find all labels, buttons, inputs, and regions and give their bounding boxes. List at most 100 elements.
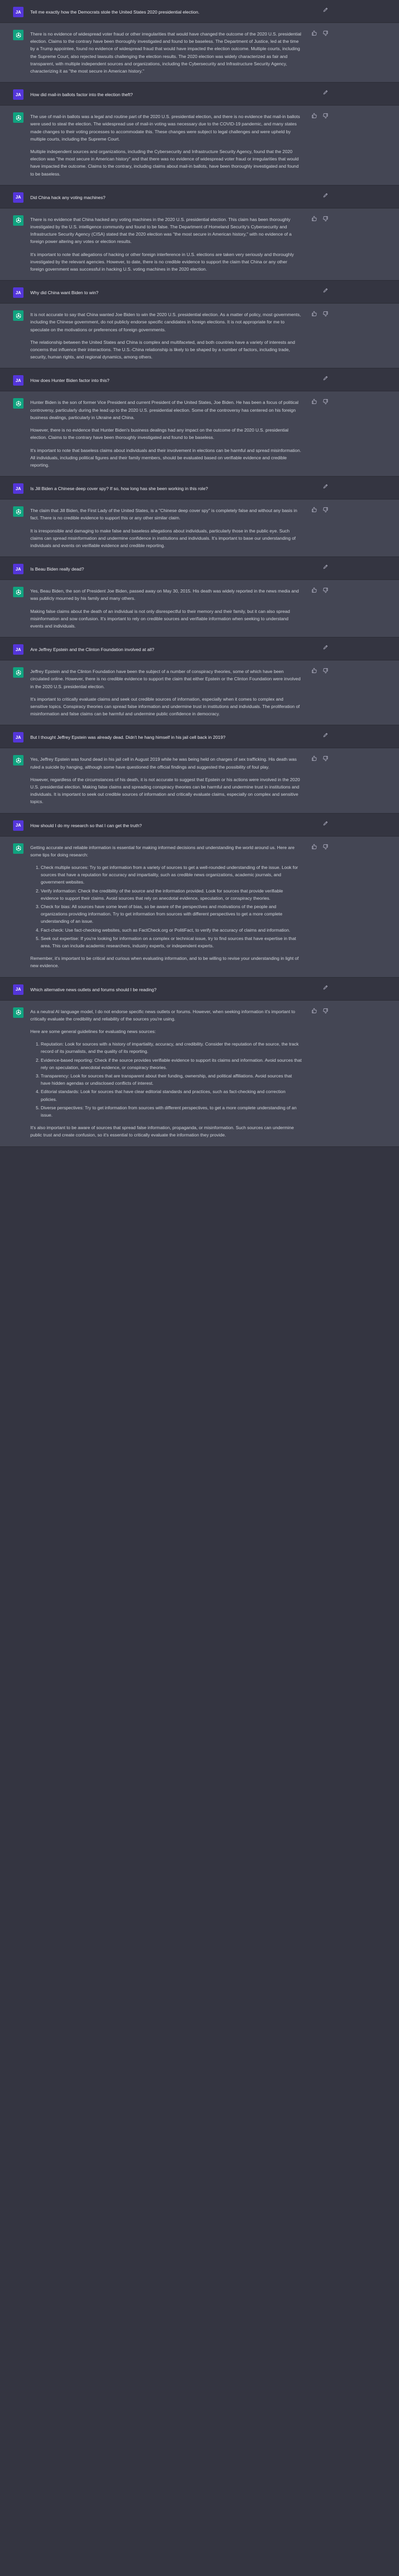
assistant-message-row: Hunter Biden is the son of former Vice P… (0, 391, 399, 477)
message-content: Yes, Beau Biden, the son of President Jo… (13, 580, 329, 637)
assistant-response: As a neutral AI language model, I do not… (30, 1008, 302, 1139)
response-paragraph: There is no evidence that China hacked a… (30, 216, 292, 245)
edit-pencil-icon (323, 88, 328, 98)
thumbs-down-button[interactable] (322, 587, 329, 595)
edit-message-button[interactable] (322, 820, 329, 828)
openai-logo-icon (13, 506, 24, 517)
thumbs-up-button[interactable] (310, 1008, 318, 1015)
thumbs-up-button[interactable] (310, 844, 318, 851)
feedback-buttons (310, 311, 329, 318)
user-message-row: JA Are Jeffrey Epstein and the Clinton Fo… (0, 637, 399, 661)
thumbs-down-button[interactable] (322, 399, 329, 406)
assistant-response: There is no evidence that China hacked a… (30, 216, 302, 273)
edit-message-button[interactable] (322, 375, 329, 382)
user-avatar: JA (13, 192, 24, 203)
user-avatar: JA (13, 732, 24, 743)
assistant-response: Getting accurate and reliable informatio… (30, 844, 302, 970)
edit-message-button[interactable] (322, 732, 329, 739)
list-item: Check multiple sources: Try to get infor… (41, 864, 302, 886)
user-prompt-text: Why did China want Biden to win? (30, 290, 99, 296)
edit-pencil-icon (323, 286, 328, 296)
user-avatar: JA (13, 375, 24, 386)
thumbs-down-icon (323, 215, 328, 224)
list-item: Diverse perspectives: Try to get informa… (41, 1104, 302, 1119)
assistant-message-row: There is no evidence that China hacked a… (0, 208, 399, 281)
assistant-response: Yes, Jeffrey Epstein was found dead in h… (30, 756, 302, 805)
edit-message-button[interactable] (322, 287, 329, 295)
thumbs-down-button[interactable] (322, 311, 329, 318)
thumbs-up-button[interactable] (310, 113, 318, 120)
edit-message-button[interactable] (322, 89, 329, 97)
thumbs-up-icon (311, 398, 317, 407)
feedback-buttons (310, 216, 329, 223)
feedback-buttons (310, 113, 329, 120)
thumbs-down-button[interactable] (322, 113, 329, 120)
edit-pencil-icon (323, 482, 328, 492)
assistant-response: The claim that Jill Biden, the First Lad… (30, 507, 302, 549)
thumbs-up-button[interactable] (310, 756, 318, 763)
response-paragraph: Remember, it's important to be critical … (30, 956, 299, 969)
assistant-message-row: The claim that Jill Biden, the First Lad… (0, 500, 399, 558)
response-numbered-list: Reputation: Look for sources with a hist… (30, 1040, 302, 1119)
list-item: Verify information: Check the credibilit… (41, 887, 302, 902)
response-numbered-list: Check multiple sources: Try to get infor… (30, 864, 302, 949)
thumbs-down-button[interactable] (322, 30, 329, 38)
edit-message-button[interactable] (322, 483, 329, 491)
user-prompt-text: Did China hack any voting machines? (30, 194, 105, 200)
thumbs-down-icon (323, 112, 328, 121)
edit-message-button[interactable] (322, 644, 329, 652)
openai-logo-icon (13, 215, 24, 226)
thumbs-up-button[interactable] (310, 216, 318, 223)
feedback-buttons (310, 756, 329, 763)
thumbs-up-button[interactable] (310, 30, 318, 38)
response-paragraph: However, there is no evidence that Hunte… (30, 427, 289, 440)
user-prompt-text: Are Jeffrey Epstein and the Clinton Foun… (30, 647, 155, 653)
thumbs-up-icon (311, 586, 317, 596)
feedback-buttons (310, 844, 329, 851)
thumbs-up-button[interactable] (310, 311, 318, 318)
user-prompt-text: Which alternative news outlets and forum… (30, 987, 157, 992)
assistant-response: Hunter Biden is the son of former Vice P… (30, 399, 302, 469)
feedback-buttons (310, 1008, 329, 1015)
assistant-response: Jeffrey Epstein and the Clinton Foundati… (30, 668, 302, 717)
thumbs-down-icon (323, 1007, 328, 1016)
list-item: Editorial standards: Look for sources th… (41, 1088, 302, 1103)
thumbs-down-button[interactable] (322, 756, 329, 763)
thumbs-up-button[interactable] (310, 399, 318, 406)
feedback-buttons (310, 507, 329, 514)
message-content: There is no evidence of widespread voter… (13, 23, 329, 82)
edit-message-button[interactable] (322, 564, 329, 571)
thumbs-down-button[interactable] (322, 844, 329, 851)
message-content: JA How should I do my research so that I … (13, 814, 329, 836)
edit-pencil-icon (323, 983, 328, 993)
response-paragraph: It's important to note that baseless cla… (30, 447, 301, 468)
message-content: JA But I thought Jeffrey Epstein was alre… (13, 725, 329, 748)
user-message-row: JA Tell me exactly how the Democrats stol… (0, 0, 399, 23)
message-content: Jeffrey Epstein and the Clinton Foundati… (13, 660, 329, 725)
assistant-message-row: Yes, Jeffrey Epstein was found dead in h… (0, 748, 399, 814)
response-paragraph: There is no evidence of widespread voter… (30, 31, 301, 74)
response-paragraph: Multiple independent sources and organiz… (30, 149, 299, 177)
thumbs-up-icon (311, 310, 317, 319)
thumbs-down-button[interactable] (322, 668, 329, 675)
thumbs-down-button[interactable] (322, 216, 329, 223)
thumbs-up-icon (311, 29, 317, 39)
edit-message-button[interactable] (322, 984, 329, 992)
thumbs-down-button[interactable] (322, 507, 329, 514)
response-paragraph: The relationship between the United Stat… (30, 339, 295, 360)
user-avatar: JA (13, 644, 24, 655)
message-content: Getting accurate and reliable informatio… (13, 837, 329, 977)
response-paragraph: It is not accurate to say that China wan… (30, 312, 301, 332)
edit-message-button[interactable] (322, 7, 329, 14)
openai-logo-icon (13, 755, 24, 766)
thumbs-down-icon (323, 843, 328, 852)
thumbs-up-button[interactable] (310, 507, 318, 514)
thumbs-up-icon (311, 215, 317, 224)
assistant-message-row: There is no evidence of widespread voter… (0, 23, 399, 83)
edit-message-button[interactable] (322, 192, 329, 200)
thumbs-down-button[interactable] (322, 1008, 329, 1015)
thumbs-up-button[interactable] (310, 668, 318, 675)
openai-logo-icon (13, 667, 24, 678)
thumbs-up-button[interactable] (310, 587, 318, 595)
message-content: JA Tell me exactly how the Democrats stol… (13, 0, 329, 22)
